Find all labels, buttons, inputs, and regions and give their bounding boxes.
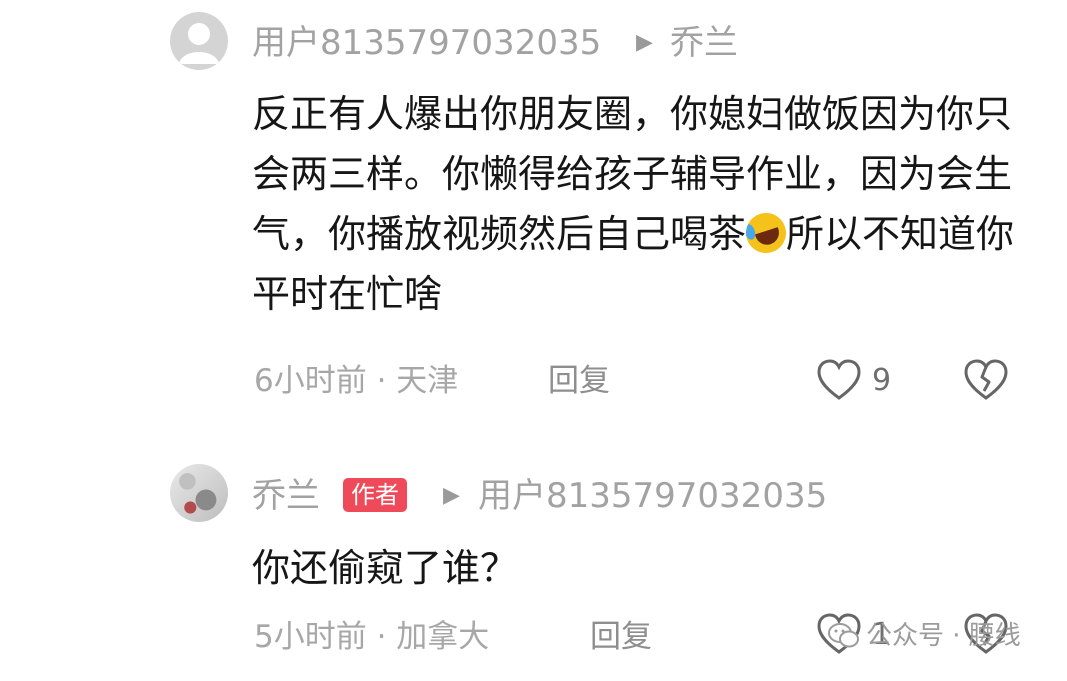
comment-username[interactable]: 用户8135797032035 — [252, 23, 601, 63]
triangle-right-icon: ▶ — [636, 30, 653, 55]
watermark: 公众号 · 腰线 — [828, 618, 1021, 654]
reply-button[interactable]: 回复 — [590, 617, 652, 657]
comment-username[interactable]: 乔兰 — [252, 476, 320, 516]
default-user-icon — [179, 23, 219, 64]
like-button[interactable] — [815, 358, 863, 402]
rolling-laughing-emoji-icon — [740, 207, 792, 259]
reply-to-username[interactable]: 乔兰 — [670, 23, 738, 63]
comment-text: 你还偷窥了谁？ — [252, 546, 519, 590]
comment-time-location: 6小时前 · 天津 — [254, 363, 459, 399]
author-avatar[interactable] — [170, 464, 228, 522]
wechat-icon — [828, 623, 859, 648]
triangle-right-icon: ▶ — [443, 483, 460, 508]
like-count: 9 — [872, 363, 892, 398]
comment-text: 反正有人爆出你朋友圈，你媳妇做饭因为你只会两三样。你懒得给孩子辅导作业，因为会生… — [252, 84, 1032, 324]
broken-heart-icon — [964, 359, 1008, 400]
user-avatar[interactable] — [170, 12, 228, 70]
watermark-text: 公众号 · 腰线 — [866, 621, 1021, 651]
comment-time-location: 5小时前 · 加拿大 — [254, 619, 490, 655]
heart-outline-icon — [817, 359, 861, 400]
dislike-button[interactable] — [962, 358, 1010, 402]
reply-to-username[interactable]: 用户8135797032035 — [478, 476, 827, 516]
reply-button[interactable]: 回复 — [548, 361, 610, 401]
author-badge: 作者 — [343, 478, 407, 512]
